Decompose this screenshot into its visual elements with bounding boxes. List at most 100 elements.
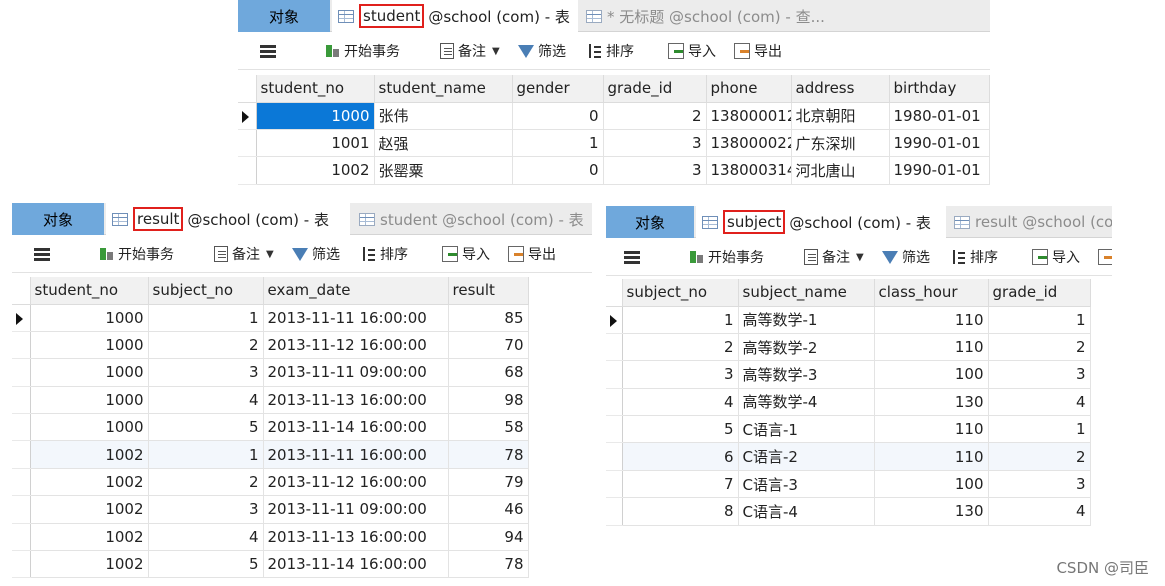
table-cell[interactable]: 1	[622, 306, 739, 334]
table-row[interactable]: 1000 3 2013-11-11 09:00:00 68	[12, 358, 529, 387]
row-selector[interactable]	[606, 442, 623, 471]
row-selector[interactable]	[606, 333, 623, 362]
row-selector[interactable]	[606, 306, 623, 334]
column-header[interactable]: student_no	[30, 277, 149, 305]
export-button[interactable]	[1098, 238, 1112, 276]
table-cell[interactable]: 2013-11-13 16:00:00	[263, 523, 449, 552]
table-cell[interactable]: 5	[148, 413, 264, 442]
row-selector[interactable]	[12, 358, 31, 387]
table-row[interactable]: 1000 1 2013-11-11 16:00:00 85	[12, 304, 529, 332]
tab-objects[interactable]: 对象	[238, 0, 330, 32]
table-cell[interactable]: 1002	[30, 495, 149, 524]
table-row[interactable]: 1000 5 2013-11-14 16:00:00 58	[12, 413, 529, 442]
table-cell[interactable]: C语言-2	[738, 442, 875, 471]
table-cell[interactable]: 1000	[30, 358, 149, 387]
column-header[interactable]: address	[791, 75, 890, 103]
table-cell[interactable]: 2013-11-11 09:00:00	[263, 358, 449, 387]
table-cell[interactable]: 2013-11-14 16:00:00	[263, 413, 449, 442]
table-cell[interactable]: 4	[988, 497, 1091, 526]
column-header[interactable]: birthday	[889, 75, 990, 103]
row-selector[interactable]	[606, 388, 623, 417]
table-cell[interactable]: 高等数学-1	[738, 306, 875, 334]
column-header[interactable]: subject_no	[148, 277, 264, 305]
row-selector[interactable]	[12, 440, 31, 469]
table-cell[interactable]: 1000	[30, 331, 149, 360]
table-row[interactable]: 6 C语言-2 110 2	[606, 442, 1091, 471]
row-selector[interactable]	[12, 550, 31, 579]
table-cell[interactable]: 6	[622, 442, 739, 471]
table-cell[interactable]: 5	[622, 415, 739, 444]
table-cell[interactable]: 78	[448, 440, 529, 469]
table-cell[interactable]: 1	[148, 304, 264, 332]
table-cell[interactable]: 0	[512, 156, 604, 185]
tab-result-table[interactable]: result @school (com) - 表	[106, 203, 350, 235]
table-cell[interactable]: 70	[448, 331, 529, 360]
table-cell[interactable]: 2	[988, 442, 1091, 471]
tab-objects[interactable]: 对象	[606, 206, 694, 238]
table-cell[interactable]: 4	[988, 388, 1091, 417]
table-cell[interactable]: 85	[448, 304, 529, 332]
column-header[interactable]: grade_id	[603, 75, 707, 103]
memo-button[interactable]: 备注 ▼	[440, 32, 500, 70]
column-header[interactable]: result	[448, 277, 529, 305]
export-button[interactable]: 导出	[508, 235, 556, 273]
row-selector[interactable]	[606, 415, 623, 444]
row-selector[interactable]	[12, 523, 31, 552]
table-cell[interactable]: 1	[988, 306, 1091, 334]
menu-button[interactable]	[260, 32, 276, 70]
table-cell[interactable]: 北京朝阳	[791, 102, 890, 130]
table-cell[interactable]: 张伟	[374, 102, 513, 130]
table-cell[interactable]: 98	[448, 386, 529, 415]
table-cell[interactable]: 3	[148, 358, 264, 387]
row-selector[interactable]	[238, 156, 257, 185]
column-header[interactable]: phone	[706, 75, 792, 103]
table-row[interactable]: 7 C语言-3 100 3	[606, 470, 1091, 499]
table-cell[interactable]: 138000012:	[706, 102, 792, 130]
table-cell[interactable]: 3	[603, 129, 707, 158]
table-cell[interactable]: 2	[622, 333, 739, 362]
sort-button[interactable]: 排序	[950, 238, 998, 276]
row-selector[interactable]	[238, 129, 257, 158]
table-cell[interactable]: 110	[874, 415, 989, 444]
import-button[interactable]: 导入	[668, 32, 716, 70]
table-cell[interactable]: 3	[622, 360, 739, 389]
table-row[interactable]: 2 高等数学-2 110 2	[606, 333, 1091, 362]
column-header[interactable]: subject_name	[738, 279, 875, 307]
table-row[interactable]: 8 C语言-4 130 4	[606, 497, 1091, 526]
table-cell[interactable]: 110	[874, 333, 989, 362]
import-button[interactable]: 导入	[1032, 238, 1080, 276]
row-selector[interactable]	[606, 470, 623, 499]
table-cell[interactable]: 1990-01-01	[889, 156, 990, 185]
table-cell[interactable]: 58	[448, 413, 529, 442]
table-row[interactable]: 1002 2 2013-11-12 16:00:00 79	[12, 468, 529, 497]
column-header[interactable]: exam_date	[263, 277, 449, 305]
table-cell[interactable]: 4	[148, 523, 264, 552]
table-cell[interactable]: 4	[148, 386, 264, 415]
table-row[interactable]: 1002 5 2013-11-14 16:00:00 78	[12, 550, 529, 579]
table-row[interactable]: 1002 3 2013-11-11 09:00:00 46	[12, 495, 529, 524]
tab-untitled-query[interactable]: * 无标题 @school (com) - 查...	[580, 0, 880, 32]
tab-student-table[interactable]: student @school (com) - 表	[332, 0, 578, 32]
export-button[interactable]: 导出	[734, 32, 782, 70]
tab-objects[interactable]: 对象	[12, 203, 104, 235]
column-header[interactable]: subject_no	[622, 279, 739, 307]
filter-button[interactable]: 筛选	[292, 235, 340, 273]
table-cell[interactable]: 3	[603, 156, 707, 185]
table-row[interactable]: 4 高等数学-4 130 4	[606, 388, 1091, 417]
table-cell[interactable]: 高等数学-4	[738, 388, 875, 417]
table-cell[interactable]: 79	[448, 468, 529, 497]
tab-student-table[interactable]: student @school (com) - 表	[353, 203, 592, 235]
column-header[interactable]: grade_id	[988, 279, 1091, 307]
table-cell[interactable]: 2013-11-13 16:00:00	[263, 386, 449, 415]
table-cell[interactable]: 1002	[30, 550, 149, 579]
table-cell[interactable]: 2013-11-11 16:00:00	[263, 440, 449, 469]
table-cell[interactable]: 68	[448, 358, 529, 387]
table-row[interactable]: 1000 张伟 0 2 138000012: 北京朝阳 1980-01-01	[238, 102, 990, 130]
table-cell[interactable]: 2013-11-12 16:00:00	[263, 468, 449, 497]
table-cell[interactable]: 2013-11-14 16:00:00	[263, 550, 449, 579]
column-header[interactable]: student_name	[374, 75, 513, 103]
table-row[interactable]: 1 高等数学-1 110 1	[606, 306, 1091, 334]
memo-button[interactable]: 备注 ▼	[214, 235, 274, 273]
table-cell[interactable]: 1000	[30, 304, 149, 332]
table-row[interactable]: 1001 赵强 1 3 138000022: 广东深圳 1990-01-01	[238, 129, 990, 158]
